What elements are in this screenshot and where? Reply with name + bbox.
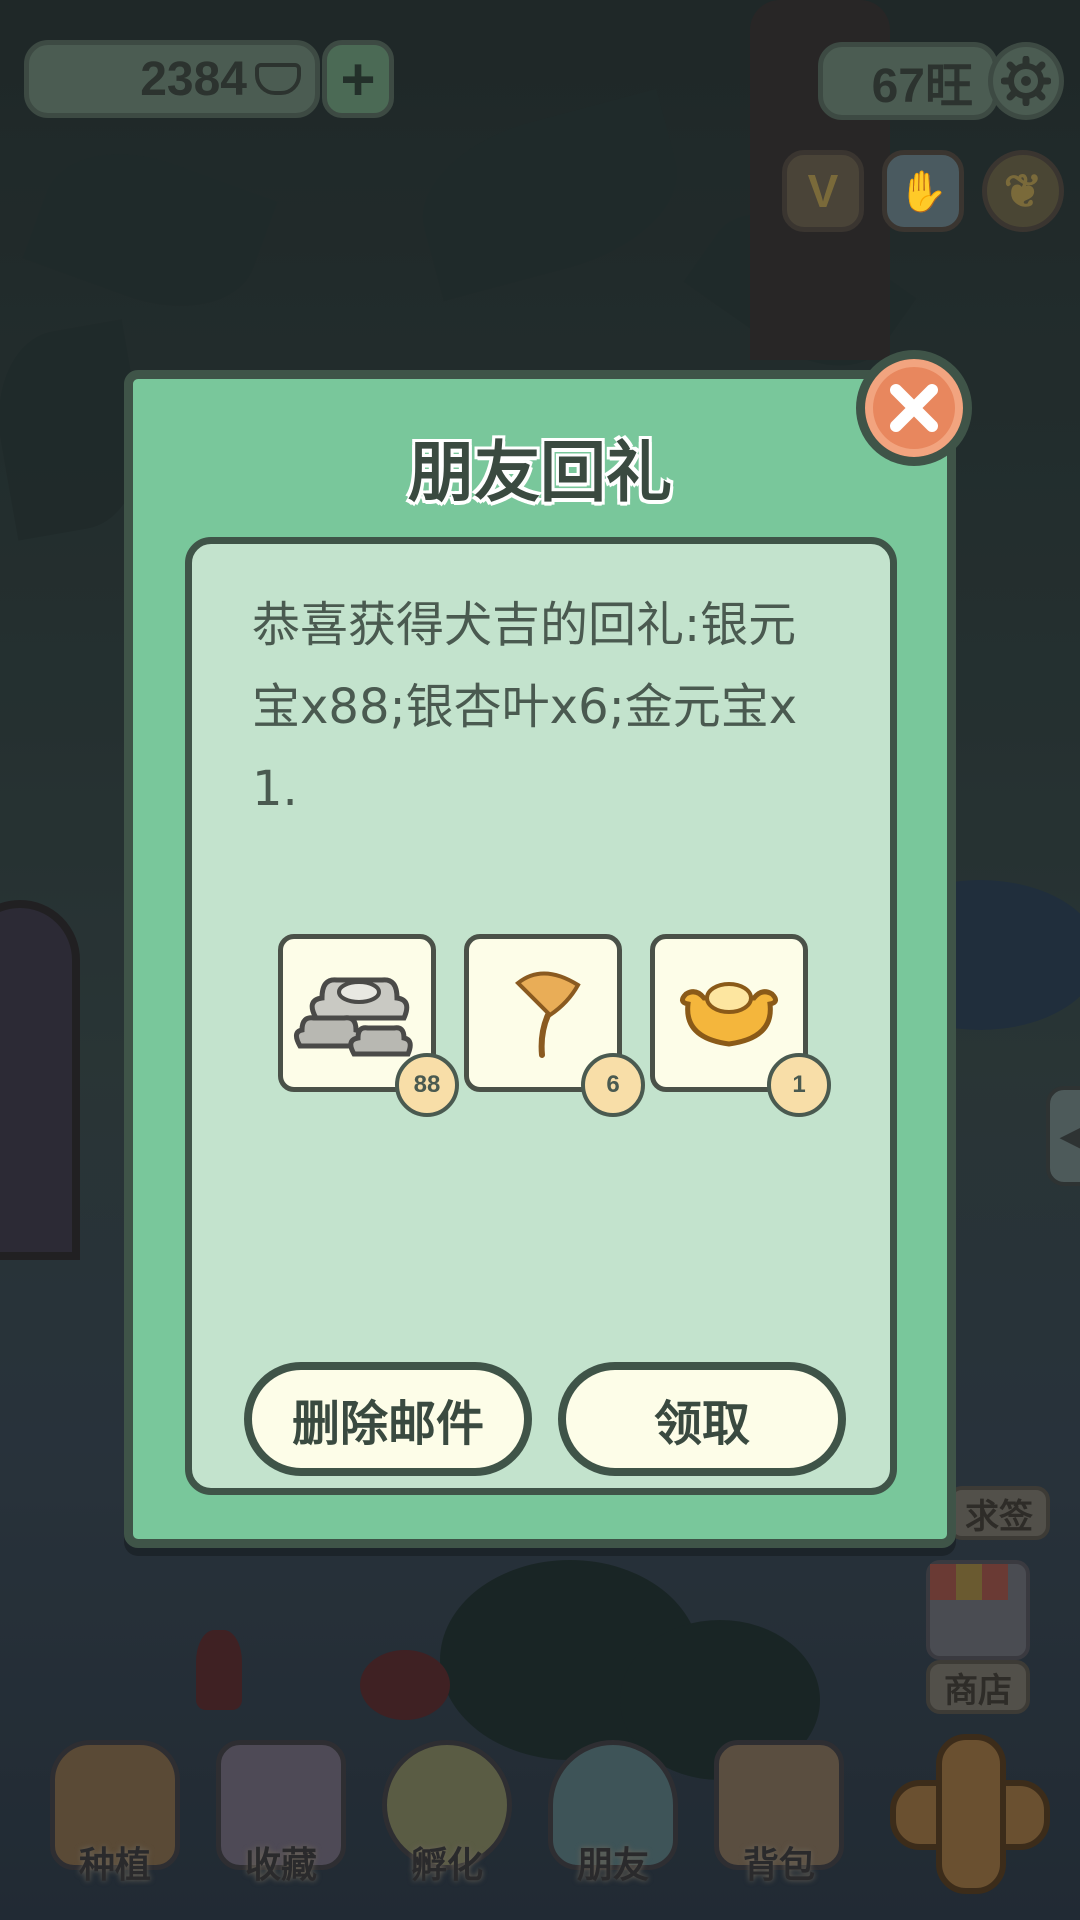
- side-expand-button[interactable]: ◀: [1046, 1086, 1080, 1186]
- nav-hatch-label: 孵化: [410, 1845, 483, 1886]
- silver-ingot-icon: [294, 977, 413, 1057]
- close-button[interactable]: [856, 350, 972, 466]
- nav-plant[interactable]: 种植: [40, 1730, 190, 1900]
- reward-list: 88 6 1: [278, 934, 838, 1117]
- nav-plant-label: 种植: [78, 1845, 151, 1886]
- wang-counter: 67旺: [818, 42, 998, 120]
- vip-button[interactable]: V: [782, 150, 864, 232]
- nav-backpack[interactable]: 背包: [704, 1730, 854, 1900]
- nav-collection-label: 收藏: [244, 1845, 317, 1886]
- vip-icon: V: [807, 165, 839, 217]
- nav-hatch[interactable]: 孵化: [372, 1730, 522, 1900]
- plus-icon: [936, 1734, 1006, 1894]
- quantity-badge: 1: [767, 1053, 831, 1117]
- lottery-button[interactable]: 求签: [948, 1486, 1050, 1540]
- reward-item[interactable]: 6: [464, 934, 645, 1117]
- hand-icon: ✋: [898, 169, 948, 214]
- gold-ingot-icon: [680, 982, 778, 1047]
- lottery-label: 求签: [965, 1496, 1033, 1537]
- shop-icon[interactable]: [926, 1560, 1030, 1660]
- quantity-badge: 88: [395, 1053, 459, 1117]
- nav-expand-button[interactable]: [880, 1724, 1060, 1904]
- shop-button[interactable]: 商店: [926, 1660, 1030, 1714]
- coin-amount: 2384: [140, 52, 247, 106]
- add-coins-button[interactable]: +: [322, 40, 394, 118]
- settings-button[interactable]: [988, 42, 1064, 120]
- shop-label: 商店: [944, 1670, 1012, 1711]
- nav-friends[interactable]: 朋友: [538, 1730, 688, 1900]
- dialog-title: 朋友回礼: [408, 434, 672, 511]
- claim-button[interactable]: 领取: [558, 1362, 846, 1476]
- reward-item[interactable]: 88: [278, 934, 459, 1117]
- silver-ingot-icon: [255, 63, 301, 95]
- friend-gift-dialog: 朋友回礼 恭喜获得犬吉的回礼:银元宝x88;银杏叶x6;金元宝x1. 88 6: [124, 370, 956, 1548]
- wang-amount: 67旺: [871, 60, 973, 113]
- ginkgo-leaf-icon: ❦: [1003, 165, 1043, 217]
- gift-message: 恭喜获得犬吉的回礼:银元宝x88;银杏叶x6;金元宝x1.: [252, 597, 798, 817]
- nav-collection[interactable]: 收藏: [206, 1730, 356, 1900]
- quantity-badge: 6: [581, 1053, 645, 1117]
- reward-item[interactable]: 1: [650, 934, 831, 1117]
- plus-icon: +: [340, 45, 376, 113]
- nav-friends-label: 朋友: [576, 1845, 649, 1886]
- ginkgo-leaf-icon: [515, 971, 581, 1058]
- delete-mail-button[interactable]: 删除邮件: [244, 1362, 532, 1476]
- chevron-left-icon: ◀: [1059, 1118, 1080, 1154]
- dialog-content-panel: 恭喜获得犬吉的回礼:银元宝x88;银杏叶x6;金元宝x1. 88 6 1 删除邮…: [185, 537, 897, 1495]
- hand-button[interactable]: ✋: [882, 150, 964, 232]
- nav-backpack-label: 背包: [742, 1845, 815, 1886]
- gear-icon: [1001, 56, 1051, 106]
- close-icon: [890, 384, 938, 432]
- coin-counter: 2384: [24, 40, 320, 118]
- ginkgo-button[interactable]: ❦: [982, 150, 1064, 232]
